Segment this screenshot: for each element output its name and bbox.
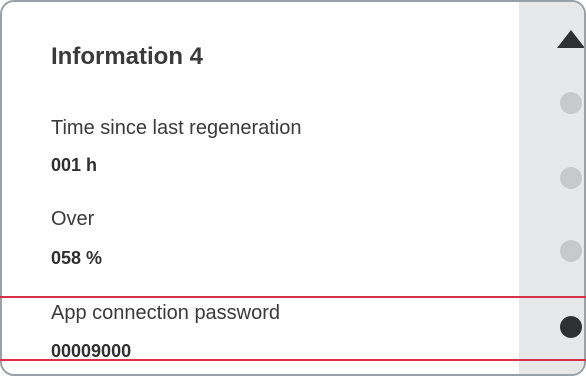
triangle-up-icon[interactable] [557,30,584,48]
info-content: Information 4 Time since last regenerati… [2,2,519,374]
page-indicator-dot-1[interactable] [560,92,582,114]
info-label-over: Over [51,208,95,230]
page-scrollbar[interactable] [519,2,584,374]
info-value-regeneration: 001 h [51,155,98,175]
page-title: Information 4 [51,43,204,70]
page-indicator-dot-4-active[interactable] [560,316,582,338]
info-value-over: 058 % [51,248,103,268]
page-indicator-dot-3[interactable] [560,240,582,262]
page-indicator-dot-2[interactable] [560,167,582,189]
info-label-app-password: App connection password [51,302,281,324]
info-label-regeneration: Time since last regeneration [51,117,302,139]
highlight-line-bottom [0,359,586,361]
highlight-line-top [0,296,586,298]
info-panel: Information 4 Time since last regenerati… [0,0,586,376]
